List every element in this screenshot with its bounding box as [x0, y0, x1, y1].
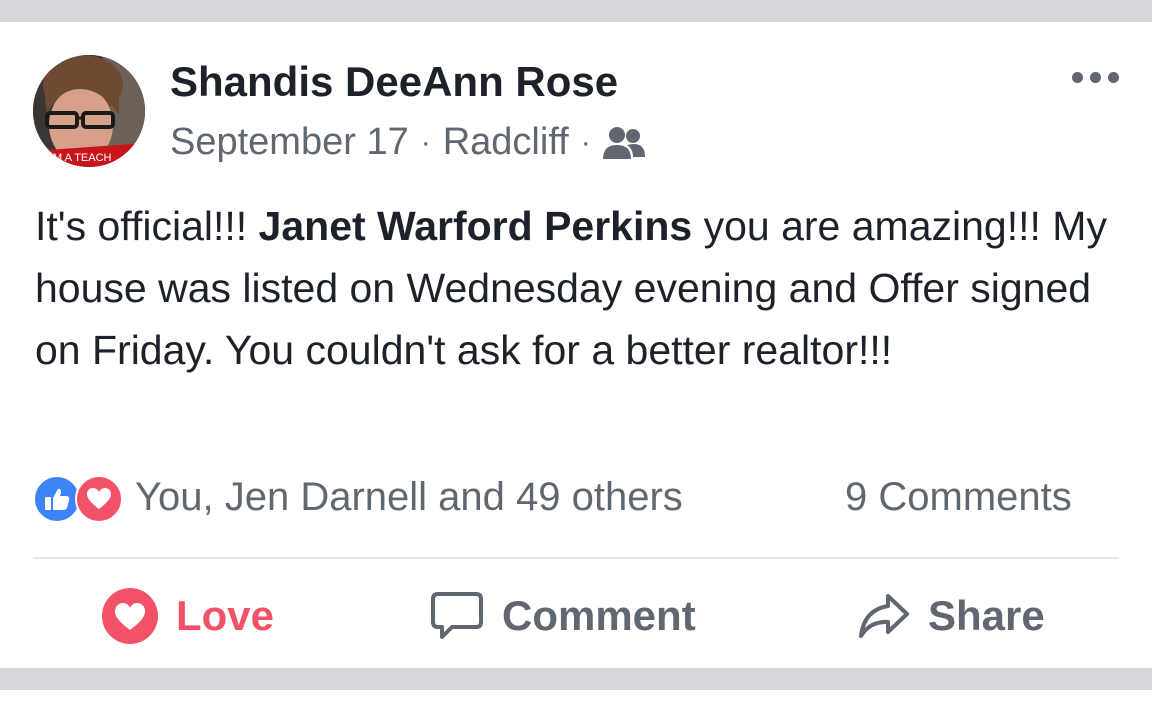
avatar-banner-text: M A TEACH	[53, 152, 112, 164]
post-text: It's official!!! Janet Warford Perkins y…	[35, 195, 1125, 381]
tagged-person-link[interactable]: Janet Warford Perkins	[259, 203, 693, 249]
bottom-separator-band	[0, 668, 1152, 690]
love-icon	[75, 475, 123, 523]
share-icon	[858, 592, 910, 640]
post-location[interactable]: Radcliff	[443, 121, 569, 164]
reactions-text[interactable]: You, Jen Darnell and 49 others	[135, 475, 683, 520]
comment-label: Comment	[502, 592, 696, 639]
avatar-photo: M A TEACH	[33, 55, 145, 167]
author-name[interactable]: Shandis DeeAnn Rose	[170, 58, 618, 106]
comment-icon	[430, 590, 484, 642]
friends-icon[interactable]	[602, 125, 645, 161]
share-label: Share	[928, 592, 1045, 639]
comment-button[interactable]: Comment	[430, 588, 696, 644]
post-meta: September 17 · Radcliff ·	[170, 121, 645, 164]
top-separator-band	[0, 0, 1152, 22]
reaction-icons	[33, 473, 127, 523]
avatar[interactable]: M A TEACH	[33, 55, 145, 167]
love-icon	[102, 588, 158, 644]
share-button[interactable]: Share	[858, 588, 1045, 644]
like-icon	[33, 475, 81, 523]
post-text-intro: It's official!!!	[35, 203, 259, 249]
divider	[33, 557, 1119, 559]
meta-separator: ·	[580, 125, 591, 159]
more-options-icon[interactable]	[1072, 72, 1119, 83]
love-label: Love	[176, 592, 275, 639]
reactions-summary[interactable]: You, Jen Darnell and 49 others	[33, 473, 683, 523]
post-date[interactable]: September 17	[170, 121, 409, 164]
love-button[interactable]: Love	[102, 588, 274, 644]
comments-count[interactable]: 9 Comments	[845, 475, 1072, 520]
meta-separator: ·	[420, 125, 431, 159]
